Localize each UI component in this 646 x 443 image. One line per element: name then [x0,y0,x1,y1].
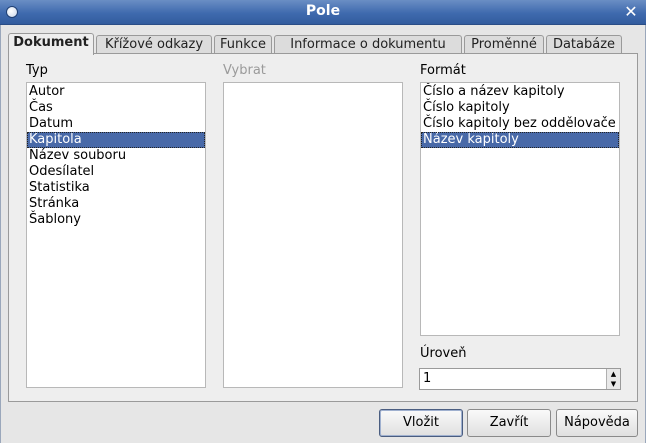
tab-databaze[interactable]: Databáze [546,35,622,54]
list-item[interactable]: Odesílatel [27,164,205,180]
vybrat-listbox[interactable] [223,82,403,388]
format-listbox[interactable]: Číslo a název kapitoly Číslo kapitoly Čí… [420,82,620,336]
uroven-label: Úroveň [420,346,467,361]
vybrat-label: Vybrat [223,63,266,78]
list-item-selected[interactable]: Název kapitoly [421,132,619,148]
spin-arrows[interactable]: ▲ ▼ [606,369,620,389]
tab-promenne[interactable]: Proměnné [464,35,544,54]
window-title: Pole [305,3,341,19]
list-item[interactable]: Číslo kapitoly [421,100,619,116]
list-item-selected[interactable]: Kapitola [27,132,205,148]
help-button[interactable]: Nápověda [556,409,638,437]
spin-up-icon[interactable]: ▲ [607,369,620,379]
tab-dokument[interactable]: Dokument [8,33,94,55]
close-icon[interactable]: ✕ [622,3,640,21]
tab-krizove-odkazy[interactable]: Křížové odkazy [96,35,212,54]
list-item[interactable]: Autor [27,84,205,100]
list-item[interactable]: Šablony [27,212,205,228]
list-item[interactable]: Statistika [27,180,205,196]
tab-informace-o-dokumentu[interactable]: Informace o dokumentu [274,35,462,54]
list-item[interactable]: Číslo kapitoly bez oddělovače [421,116,619,132]
uroven-spinbox[interactable]: 1 ▲ ▼ [419,368,621,390]
spin-down-icon[interactable]: ▼ [607,379,620,389]
list-item[interactable]: Název souboru [27,148,205,164]
list-item[interactable]: Číslo a název kapitoly [421,84,619,100]
list-item[interactable]: Čas [27,100,205,116]
format-label: Formát [420,63,466,78]
uroven-value[interactable]: 1 [423,371,431,386]
insert-button[interactable]: Vložit [379,409,463,437]
title-bar: Pole ✕ [0,0,646,25]
typ-label: Typ [26,63,48,78]
typ-listbox[interactable]: Autor Čas Datum Kapitola Název souboru O… [26,82,206,388]
tab-funkce[interactable]: Funkce [214,35,272,54]
list-item[interactable]: Datum [27,116,205,132]
list-item[interactable]: Stránka [27,196,205,212]
close-button[interactable]: Zavřít [467,409,551,437]
